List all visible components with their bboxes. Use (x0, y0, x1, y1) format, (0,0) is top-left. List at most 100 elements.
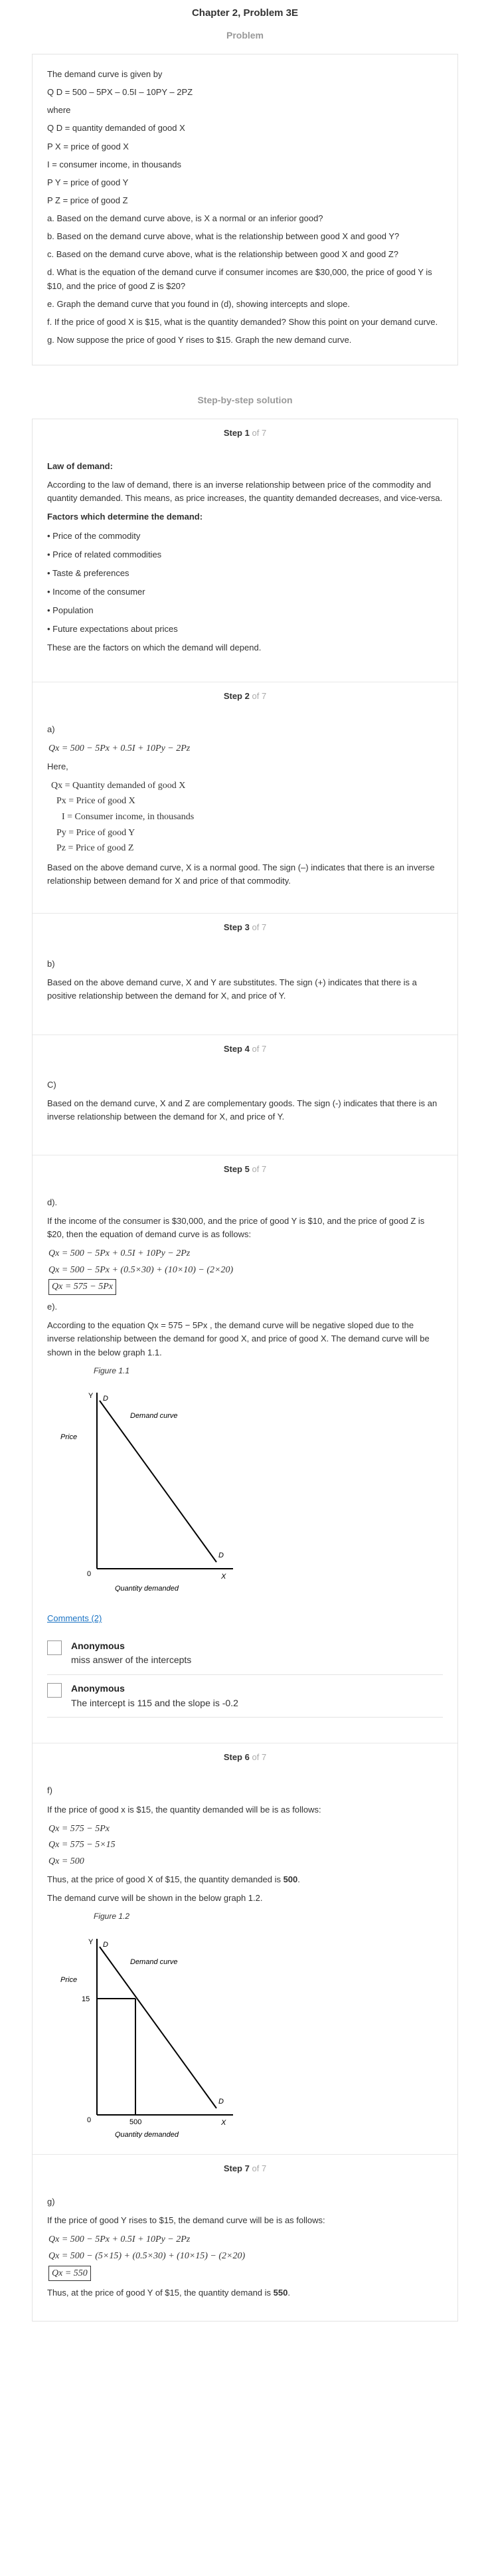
x-axis-label: Quantity demanded (115, 1585, 179, 1592)
part-label: g) (47, 2196, 55, 2207)
problem-question-a: a. Based on the demand curve above, is X… (47, 213, 323, 224)
equation-line: Qx = 500 − 5Px + 0.5I + 10Py − 2Pz (48, 1248, 191, 1259)
page: Chapter 2, Problem 3E Problem The demand… (0, 0, 490, 2341)
demand-curve-line (99, 1400, 217, 1563)
step-number: 4 (244, 1043, 250, 1054)
step-of: of 7 (252, 427, 267, 438)
comment-text: The intercept is 115 and the slope is -0… (71, 1697, 238, 1708)
y-axis-label: Price (60, 1976, 77, 1984)
step-number: 1 (244, 427, 250, 438)
demand-curve-line (99, 1946, 217, 2109)
x-axis-label: Quantity demanded (115, 2131, 179, 2138)
definition-item: Pz = Price of good Z (56, 843, 134, 854)
law-of-demand-heading: Law of demand: (47, 461, 113, 472)
equation-line: Qx = 500 − (5×15) + (0.5×30) + (10×15) −… (48, 2250, 246, 2261)
equation-line: Qx = 500 (48, 1856, 84, 1867)
substitutes-explanation: Based on the above demand curve, X and Y… (47, 977, 417, 1001)
x-axis-letter: X (220, 1573, 226, 1581)
step-number: 5 (244, 1163, 250, 1174)
price-tick-label: 15 (82, 1995, 90, 2003)
result-quantity: 500 (283, 1874, 298, 1884)
quantity-tick-label: 500 (129, 2118, 141, 2126)
part-label: f) (47, 1785, 52, 1796)
problem-question-f: f. If the price of good X is $15, what i… (47, 316, 438, 327)
problem-question-e: e. Graph the demand curve that you found… (47, 298, 350, 309)
step-label: Step (223, 922, 242, 933)
comment-avatar (47, 1640, 62, 1655)
curve-bottom-label: D (218, 1551, 224, 1559)
step-title: Step 3 of 7 (33, 914, 457, 941)
part-label: C) (47, 1080, 56, 1090)
step-of: of 7 (252, 1043, 267, 1054)
step-number: 7 (244, 2163, 250, 2173)
origin-label: 0 (87, 1570, 91, 1578)
factor-item: • Income of the consumer (47, 587, 145, 597)
normal-good-explanation: Based on the above demand curve, X is a … (47, 862, 435, 886)
factors-heading: Factors which determine the demand: (47, 512, 203, 522)
problem-line: P X = price of good X (47, 141, 129, 151)
solution-section-title: Step-by-step solution (197, 395, 293, 406)
boxed-result: Qx = 575 − 5Px (48, 1279, 116, 1296)
step-title: Step 7 of 7 (33, 2155, 457, 2182)
factors-summary: These are the factors on which the deman… (47, 643, 262, 653)
x-axis-letter: X (220, 2119, 226, 2127)
y-axis-letter: Y (88, 1392, 94, 1400)
step-2: Step 2 of 7 a) Qx = 500 − 5Px + 0.5I + 1… (33, 682, 457, 914)
part-label: b) (47, 958, 55, 969)
part-label: d). (47, 1197, 58, 1207)
result-quantity: 550 (273, 2288, 288, 2298)
comment-item: Anonymous The intercept is 115 and the s… (47, 1675, 443, 1718)
problem-equation: Q D = 500 – 5PX – 0.5I – 10PY – 2PZ (47, 87, 193, 98)
demand-curve-chart-1: Y X Price Quantity demanded 0 Demand cur… (60, 1392, 233, 1593)
comment-author: Anonymous (71, 1640, 125, 1651)
step-of: of 7 (252, 922, 267, 933)
problem-line: where (47, 105, 71, 116)
step-5: Step 5 of 7 d). If the income of the con… (33, 1155, 457, 1744)
part-label: e). (47, 1302, 58, 1312)
part-d-text: If the income of the consumer is $30,000… (47, 1215, 425, 1239)
step-title: Step 5 of 7 (33, 1155, 457, 1183)
here-label: Here, (47, 761, 68, 771)
problem-box: The demand curve is given by Q D = 500 –… (32, 53, 458, 366)
step-label: Step (223, 1043, 242, 1054)
equation-line: Qx = 500 − 5Px + 0.5I + 10Py − 2Pz (48, 2234, 191, 2245)
comment-item: Anonymous miss answer of the intercepts (47, 1633, 443, 1675)
step-label: Step (223, 427, 242, 438)
equation-line: Qx = 575 − 5Px (48, 1823, 110, 1834)
demand-curve-chart-2: Y X Price Quantity demanded 0 Demand cur… (60, 1938, 233, 2139)
problem-line: P Z = price of good Z (47, 195, 128, 205)
problem-line: P Y = price of good Y (47, 177, 129, 187)
step-7: Step 7 of 7 g) If the price of good Y ri… (33, 2155, 457, 2322)
step-label: Step (223, 690, 242, 701)
definition-item: Qx = Quantity demanded of good X (51, 780, 186, 791)
factor-item: • Price of the commodity (47, 530, 141, 541)
result-text-pre: Thus, at the price of good X of $15, the… (47, 1874, 284, 1884)
step-6: Step 6 of 7 f) If the price of good x is… (33, 1743, 457, 2155)
problem-line: Q D = quantity demanded of good X (47, 123, 185, 134)
step-of: of 7 (252, 1163, 267, 1174)
demand-equation: Qx = 500 − 5Px + 0.5I + 10Py − 2Pz (48, 743, 191, 753)
part-label: a) (47, 724, 55, 734)
step-title: Step 1 of 7 (33, 419, 457, 446)
problem-section-title: Problem (226, 30, 264, 41)
comment-avatar (47, 1682, 62, 1698)
definition-item: I = Consumer income, in thousands (62, 812, 195, 823)
problem-question-c: c. Based on the demand curve above, what… (47, 249, 399, 260)
step-of: of 7 (252, 1752, 267, 1763)
definition-item: Px = Price of good X (56, 796, 135, 807)
definition-item: Py = Price of good Y (56, 827, 135, 838)
chapter-title: Chapter 2, Problem 3E (191, 7, 299, 19)
problem-question-d: d. What is the equation of the demand cu… (47, 267, 432, 291)
part-f-text: If the price of good x is $15, the quant… (47, 1804, 321, 1815)
figure-caption: Figure 1.1 (94, 1365, 130, 1375)
step-number: 3 (244, 922, 250, 933)
step-1: Step 1 of 7 Law of demand: According to … (33, 419, 457, 682)
comments-link[interactable]: Comments (2) (47, 1612, 102, 1625)
graph-intro-text: The demand curve will be shown in the be… (47, 1892, 263, 1903)
factor-item: • Taste & preferences (47, 567, 129, 578)
factor-item: • Future expectations about prices (47, 624, 178, 635)
step-number: 6 (244, 1752, 250, 1763)
problem-line: I = consumer income, in thousands (47, 159, 181, 169)
solution-box: Step 1 of 7 Law of demand: According to … (32, 418, 458, 2322)
step-3: Step 3 of 7 b) Based on the above demand… (33, 914, 457, 1035)
